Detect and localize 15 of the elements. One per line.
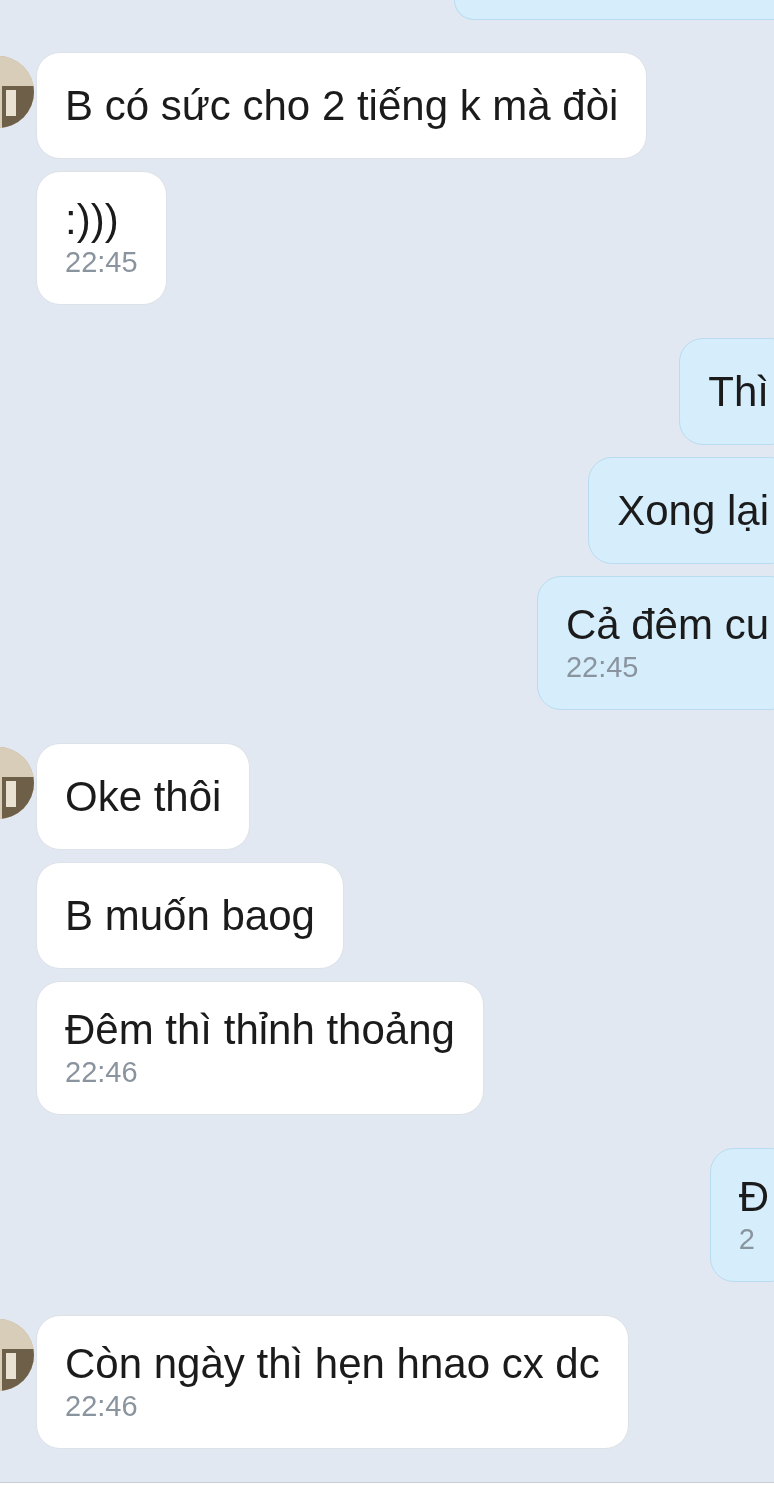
message-text: Cả đêm cu	[565, 601, 769, 649]
message-text: Xong lại	[617, 486, 769, 535]
message-text: B muốn baog	[65, 891, 315, 940]
message-text: :)))	[65, 196, 120, 244]
message-text: Đ	[738, 1173, 769, 1221]
message-text: Oke thôi	[65, 772, 222, 821]
message-time: 22:45	[565, 650, 640, 685]
message-text: B có sức cho 2 tiếng k mà đòi	[65, 81, 619, 130]
message-time: 22:46	[65, 1389, 139, 1424]
message-time: 22:45	[65, 245, 138, 280]
message-time: 22:46	[65, 1055, 139, 1090]
message-text: Thì	[708, 367, 769, 416]
message-text: Còn ngày thì hẹn hnao cx dc	[65, 1340, 600, 1388]
message-time: 2	[738, 1222, 756, 1257]
message-text: Đêm thì thỉnh thoảng	[65, 1006, 455, 1054]
